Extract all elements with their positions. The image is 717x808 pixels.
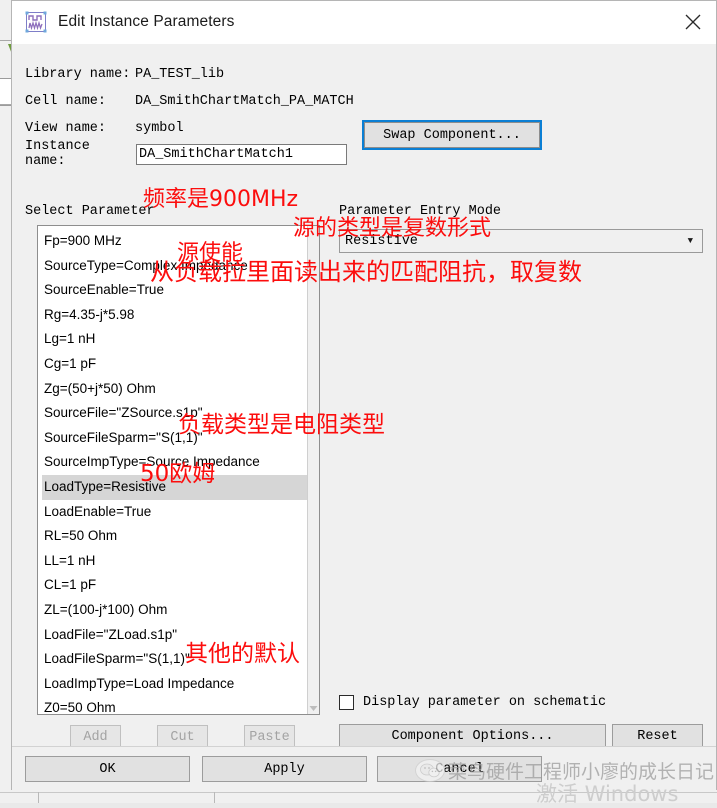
library-row: Library name: PA_TEST_lib <box>25 60 716 88</box>
wechat-bubble-icon <box>415 759 445 782</box>
parameter-list-item[interactable]: Zg=(50+j*50) Ohm <box>42 377 319 402</box>
close-icon[interactable] <box>670 1 716 43</box>
listbox-scrollbar[interactable] <box>307 226 319 714</box>
display-parameter-label: Display parameter on schematic <box>363 695 607 710</box>
parameter-entry-mode-select[interactable]: Resistive ▼ <box>339 229 703 253</box>
parameter-list-item[interactable]: Lg=1 nH <box>42 327 319 352</box>
title-bar: Edit Instance Parameters <box>12 1 716 44</box>
scroll-down-icon[interactable] <box>308 702 319 714</box>
metadata-block: Library name: PA_TEST_lib Cell name: DA_… <box>12 44 716 170</box>
apply-button[interactable]: Apply <box>202 756 367 782</box>
parameter-entry-mode-label: Parameter Entry Mode <box>339 204 502 219</box>
parameter-list-item[interactable]: LoadFile="ZLoad.s1p" <box>42 623 319 648</box>
parameter-list-item[interactable]: SourceFile="ZSource.s1p" <box>42 401 319 426</box>
display-parameter-checkbox[interactable] <box>339 695 354 710</box>
instance-name-label: Instance name: <box>25 139 90 169</box>
parameter-list-item[interactable]: LoadType=Resistive <box>42 474 319 500</box>
parameter-list-item[interactable]: Cg=1 pF <box>42 352 319 377</box>
bg-artifact-line <box>0 104 11 105</box>
parameter-list-item[interactable]: LoadFileSparm="S(1,1)" <box>42 647 319 672</box>
parameter-list-item[interactable]: Z0=50 Ohm <box>42 696 319 714</box>
parameter-list-item[interactable]: LoadImpType=Load Impedance <box>42 672 319 697</box>
cell-row: Cell name: DA_SmithChartMatch_PA_MATCH <box>25 88 716 115</box>
bg-artifact-line <box>214 792 215 803</box>
dialog-body: Library name: PA_TEST_lib Cell name: DA_… <box>12 44 716 791</box>
cell-name-label: Cell name: <box>25 94 107 109</box>
parameter-list-item[interactable]: Fp=900 MHz <box>42 229 319 254</box>
display-parameter-checkbox-row[interactable]: Display parameter on schematic <box>339 695 606 710</box>
parameter-list-item[interactable]: SourceType=Complex Impedance <box>42 254 319 279</box>
cell-name-value: DA_SmithChartMatch_PA_MATCH <box>135 94 354 109</box>
library-name-value: PA_TEST_lib <box>135 66 225 82</box>
windows-activation-watermark: 激活 Windows <box>536 782 679 806</box>
bg-artifact-line <box>0 40 11 41</box>
window-title: Edit Instance Parameters <box>58 13 235 30</box>
select-parameter-label: Select Parameter <box>25 204 155 219</box>
circuit-waveform-icon <box>25 11 47 33</box>
view-name-value: symbol <box>135 120 184 136</box>
bg-artifact-line <box>38 792 39 803</box>
parameter-list-item[interactable]: SourceEnable=True <box>42 278 319 303</box>
parameter-list-item[interactable]: CL=1 pF <box>42 573 319 598</box>
library-name-label: Library name: <box>25 66 131 82</box>
chevron-down-icon: ▼ <box>687 236 693 246</box>
parameter-list-item[interactable]: Rg=4.35-j*5.98 <box>42 303 319 328</box>
swap-component-button[interactable]: Swap Component... <box>362 120 542 150</box>
parameter-list-items: Fp=900 MHz SourceType=Complex Impedance So… <box>38 226 319 714</box>
instance-name-input[interactable] <box>136 143 347 165</box>
view-name-label: View name: <box>25 120 107 136</box>
parameter-list-item[interactable]: LL=1 nH <box>42 549 319 574</box>
parameter-listbox[interactable]: Fp=900 MHz SourceType=Complex Impedance So… <box>37 225 320 715</box>
entry-mode-value: Resistive <box>345 233 418 249</box>
edit-instance-parameters-dialog: Edit Instance Parameters Library name: P… <box>11 0 717 791</box>
parameter-list-item[interactable]: SourceFileSparm="S(1,1)" <box>42 426 319 451</box>
parameter-list-item[interactable]: SourceImpType=Source Impedance <box>42 450 319 475</box>
parameter-list-item[interactable]: LoadEnable=True <box>42 500 319 525</box>
ok-button[interactable]: OK <box>25 756 190 782</box>
parameter-list-item[interactable]: ZL=(100-j*100) Ohm <box>42 598 319 623</box>
parameter-list-item[interactable]: RL=50 Ohm <box>42 524 319 549</box>
